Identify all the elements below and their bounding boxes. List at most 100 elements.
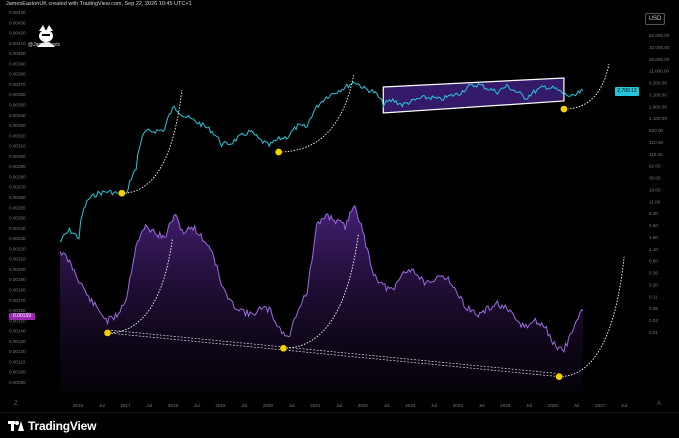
- time-tick-label: 2027: [595, 403, 606, 408]
- left-tick-label: 0.00120: [9, 349, 26, 354]
- time-axis: 2016 Jul 2017 Jul 2018 Jul 2019 Jul 2020 Jul 2021 J…: [73, 403, 627, 408]
- left-tick-label: 0.00400: [9, 51, 26, 56]
- right-tick-label: 110.00: [649, 152, 663, 157]
- corner-left-label: Z: [14, 401, 18, 407]
- left-tick-label: 0.00090: [9, 380, 26, 385]
- left-tick-label: 0.00250: [9, 216, 26, 221]
- left-tick-label: 0.00300: [9, 154, 26, 159]
- right-tick-label: 0.60: [649, 259, 658, 264]
- cycle-low-marker: [279, 344, 288, 353]
- right-tick-label: 3.60: [649, 223, 658, 228]
- time-tick-label: 2018: [168, 403, 179, 408]
- tradingview-logo[interactable]: TradingView: [8, 419, 96, 433]
- time-tick-label: 2016: [73, 403, 84, 408]
- right-tick-label: 32,000.00: [649, 45, 670, 50]
- time-tick-label: 2025: [500, 403, 511, 408]
- left-tick-label: 0.00420: [9, 31, 26, 36]
- cycle-low-marker: [560, 105, 568, 113]
- left-tick-label: 0.00270: [9, 185, 26, 190]
- left-tick-label: 0.00310: [9, 144, 26, 149]
- time-tick-label: 2020: [263, 403, 274, 408]
- right-tick-label: 3,100.00: [649, 92, 667, 97]
- time-tick-label: Jul: [241, 403, 247, 408]
- right-tick-label: 62,000.00: [649, 33, 670, 38]
- time-tick-label: 2023: [405, 403, 416, 408]
- right-tick-label: 16,000.00: [649, 57, 670, 62]
- right-tick-label: 1,900.00: [649, 104, 667, 109]
- left-tick-label: 0.00290: [9, 164, 26, 169]
- time-tick-label: Jul: [384, 403, 390, 408]
- left-tick-label: 0.00130: [9, 339, 26, 344]
- right-axis: 62,000.00 32,000.00 16,000.00 11,000.00 6,20…: [649, 33, 670, 335]
- left-tick-label: 0.00210: [9, 257, 26, 262]
- left-tick-label: 0.00330: [9, 123, 26, 128]
- time-tick-label: Jul: [431, 403, 437, 408]
- left-tick-label: 0.00180: [9, 288, 26, 293]
- brand-name: TradingView: [28, 419, 97, 433]
- time-tick-label: Jul: [336, 403, 342, 408]
- chart-canvas[interactable]: 0.00440 0.00430 0.00420 0.00410 0.00400 0.003…: [0, 0, 679, 437]
- right-tick-label: 11,000.00: [649, 69, 670, 74]
- left-tick-label: 0.00370: [9, 82, 26, 87]
- price-label: 2,700.12: [615, 87, 639, 96]
- time-tick-label: 2026: [548, 403, 559, 408]
- time-tick-label: 2024: [453, 403, 464, 408]
- left-tick-label: 0.00440: [9, 10, 26, 15]
- tradingview-logo-icon: [8, 421, 24, 431]
- time-tick-label: Jul: [194, 403, 200, 408]
- right-tick-label: 1.90: [649, 235, 658, 240]
- right-tick-label: 6.20: [649, 211, 658, 216]
- left-tick-label: 0.00110: [9, 359, 26, 364]
- left-tick-label: 0.00220: [9, 246, 26, 251]
- time-tick-label: Jul: [289, 403, 295, 408]
- right-tick-label: 1.10: [649, 247, 658, 252]
- left-tick-label: 0.00200: [9, 267, 26, 272]
- left-tick-label: 0.00340: [9, 113, 26, 118]
- right-tick-label: 36.00: [649, 176, 661, 181]
- right-tick-label: 6,200.00: [649, 81, 667, 86]
- left-tick-label: 0.00140: [9, 329, 26, 334]
- left-tick-label: 0.00280: [9, 174, 26, 179]
- left-tick-label: 0.00360: [9, 92, 26, 97]
- time-tick-label: Jul: [574, 403, 580, 408]
- right-tick-label: 16.00: [649, 187, 661, 192]
- time-tick-label: 2022: [358, 403, 369, 408]
- right-tick-label: 620.00: [649, 128, 663, 133]
- left-tick-label: 0.00350: [9, 103, 26, 108]
- ratio-label: 0.00159: [9, 313, 35, 320]
- right-tick-label: 0.20: [649, 282, 658, 287]
- left-tick-label: 0.00380: [9, 72, 26, 77]
- cycle-low-marker: [555, 372, 564, 381]
- right-tick-label: 0.06: [649, 306, 658, 311]
- left-tick-label: 0.00230: [9, 236, 26, 241]
- right-tick-label: 62.00: [649, 164, 661, 169]
- time-tick-label: Jul: [99, 403, 105, 408]
- time-tick-label: Jul: [621, 403, 627, 408]
- right-tick-label: 0.35: [649, 271, 658, 276]
- right-tick-label: 1,100.00: [649, 116, 667, 121]
- time-tick-label: Jul: [526, 403, 532, 408]
- time-tick-label: 2017: [120, 403, 131, 408]
- cycle-low-marker: [103, 329, 112, 337]
- left-tick-label: 0.00240: [9, 226, 26, 231]
- right-tick-label: 0.03: [649, 318, 658, 323]
- time-tick-label: 2019: [215, 403, 226, 408]
- right-tick-label: 310.00: [649, 140, 663, 145]
- left-tick-label: 0.00430: [9, 20, 26, 25]
- left-tick-label: 0.00190: [9, 277, 26, 282]
- left-tick-label: 0.00255: [9, 205, 26, 210]
- right-tick-label: 0.11: [649, 294, 658, 299]
- left-tick-label: 0.00320: [9, 133, 26, 138]
- time-tick-label: Jul: [479, 403, 485, 408]
- right-tick-label: 0.01: [649, 330, 658, 335]
- left-tick-label: 0.00390: [9, 61, 26, 66]
- footer-bar: TradingView: [0, 412, 679, 438]
- left-tick-label: 0.00100: [9, 370, 26, 375]
- cycle-low-marker: [117, 189, 126, 198]
- time-tick-label: 2021: [310, 403, 321, 408]
- left-tick-label: 0.00170: [9, 298, 26, 303]
- auto-scale-button[interactable]: A: [657, 401, 661, 407]
- time-tick-label: Jul: [146, 403, 152, 408]
- left-axis: 0.00440 0.00430 0.00420 0.00410 0.00400 0.003…: [9, 10, 26, 385]
- left-tick-label: 0.00410: [9, 41, 26, 46]
